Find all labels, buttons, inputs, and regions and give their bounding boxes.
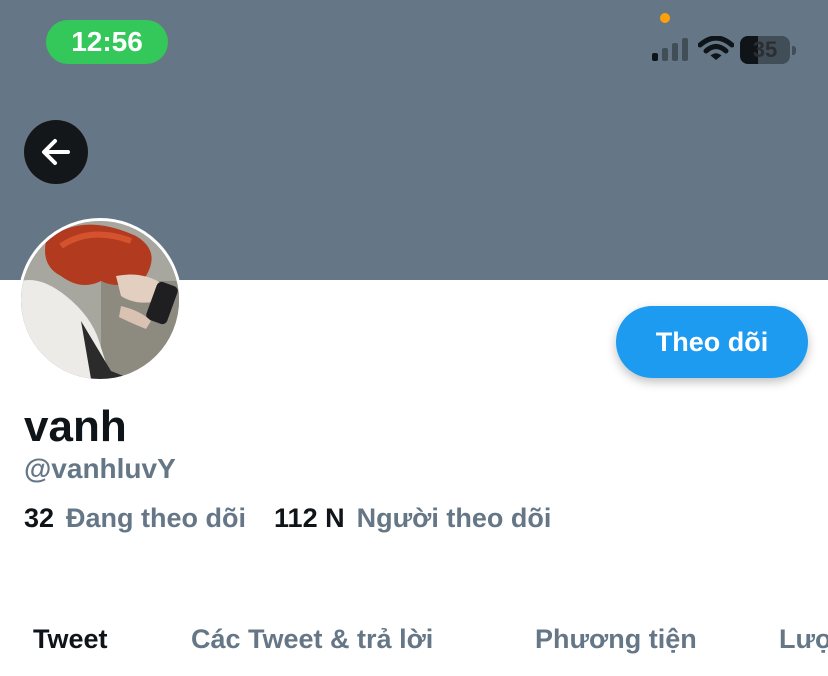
tab-tweets-replies[interactable]: Các Tweet & trả lời [191,615,433,663]
profile-handle: @vanhluvY [24,453,176,484]
followers-count: 112 N [274,502,345,533]
avatar[interactable] [18,218,182,382]
back-button[interactable] [24,120,88,184]
battery-icon: 35 [740,36,796,64]
followers-stat[interactable]: 112 N Người theo dõi [274,503,551,534]
profile-display-name: vanh [24,402,127,451]
follow-button[interactable]: Theo dõi [616,306,808,378]
followers-label: Người theo dõi [356,502,552,533]
profile-tabs: Tweet Các Tweet & trả lời Phương tiện Lư… [0,615,828,663]
cellular-signal-icon [652,38,688,61]
mic-indicator-dot [660,13,670,23]
tab-likes[interactable]: Lượt thích [779,615,828,663]
status-time: 12:56 [46,20,168,64]
following-count: 32 [24,502,55,533]
battery-level-text: 35 [752,37,778,62]
following-label: Đang theo dõi [66,502,247,533]
profile-stats: 32 Đang theo dõi 112 N Người theo dõi [24,500,551,536]
tab-media[interactable]: Phương tiện [535,615,697,663]
wifi-icon [698,36,734,60]
following-stat[interactable]: 32 Đang theo dõi [24,503,246,534]
tab-tweets[interactable]: Tweet [33,615,108,663]
arrow-left-icon [42,139,70,165]
avatar-photo [21,221,179,379]
